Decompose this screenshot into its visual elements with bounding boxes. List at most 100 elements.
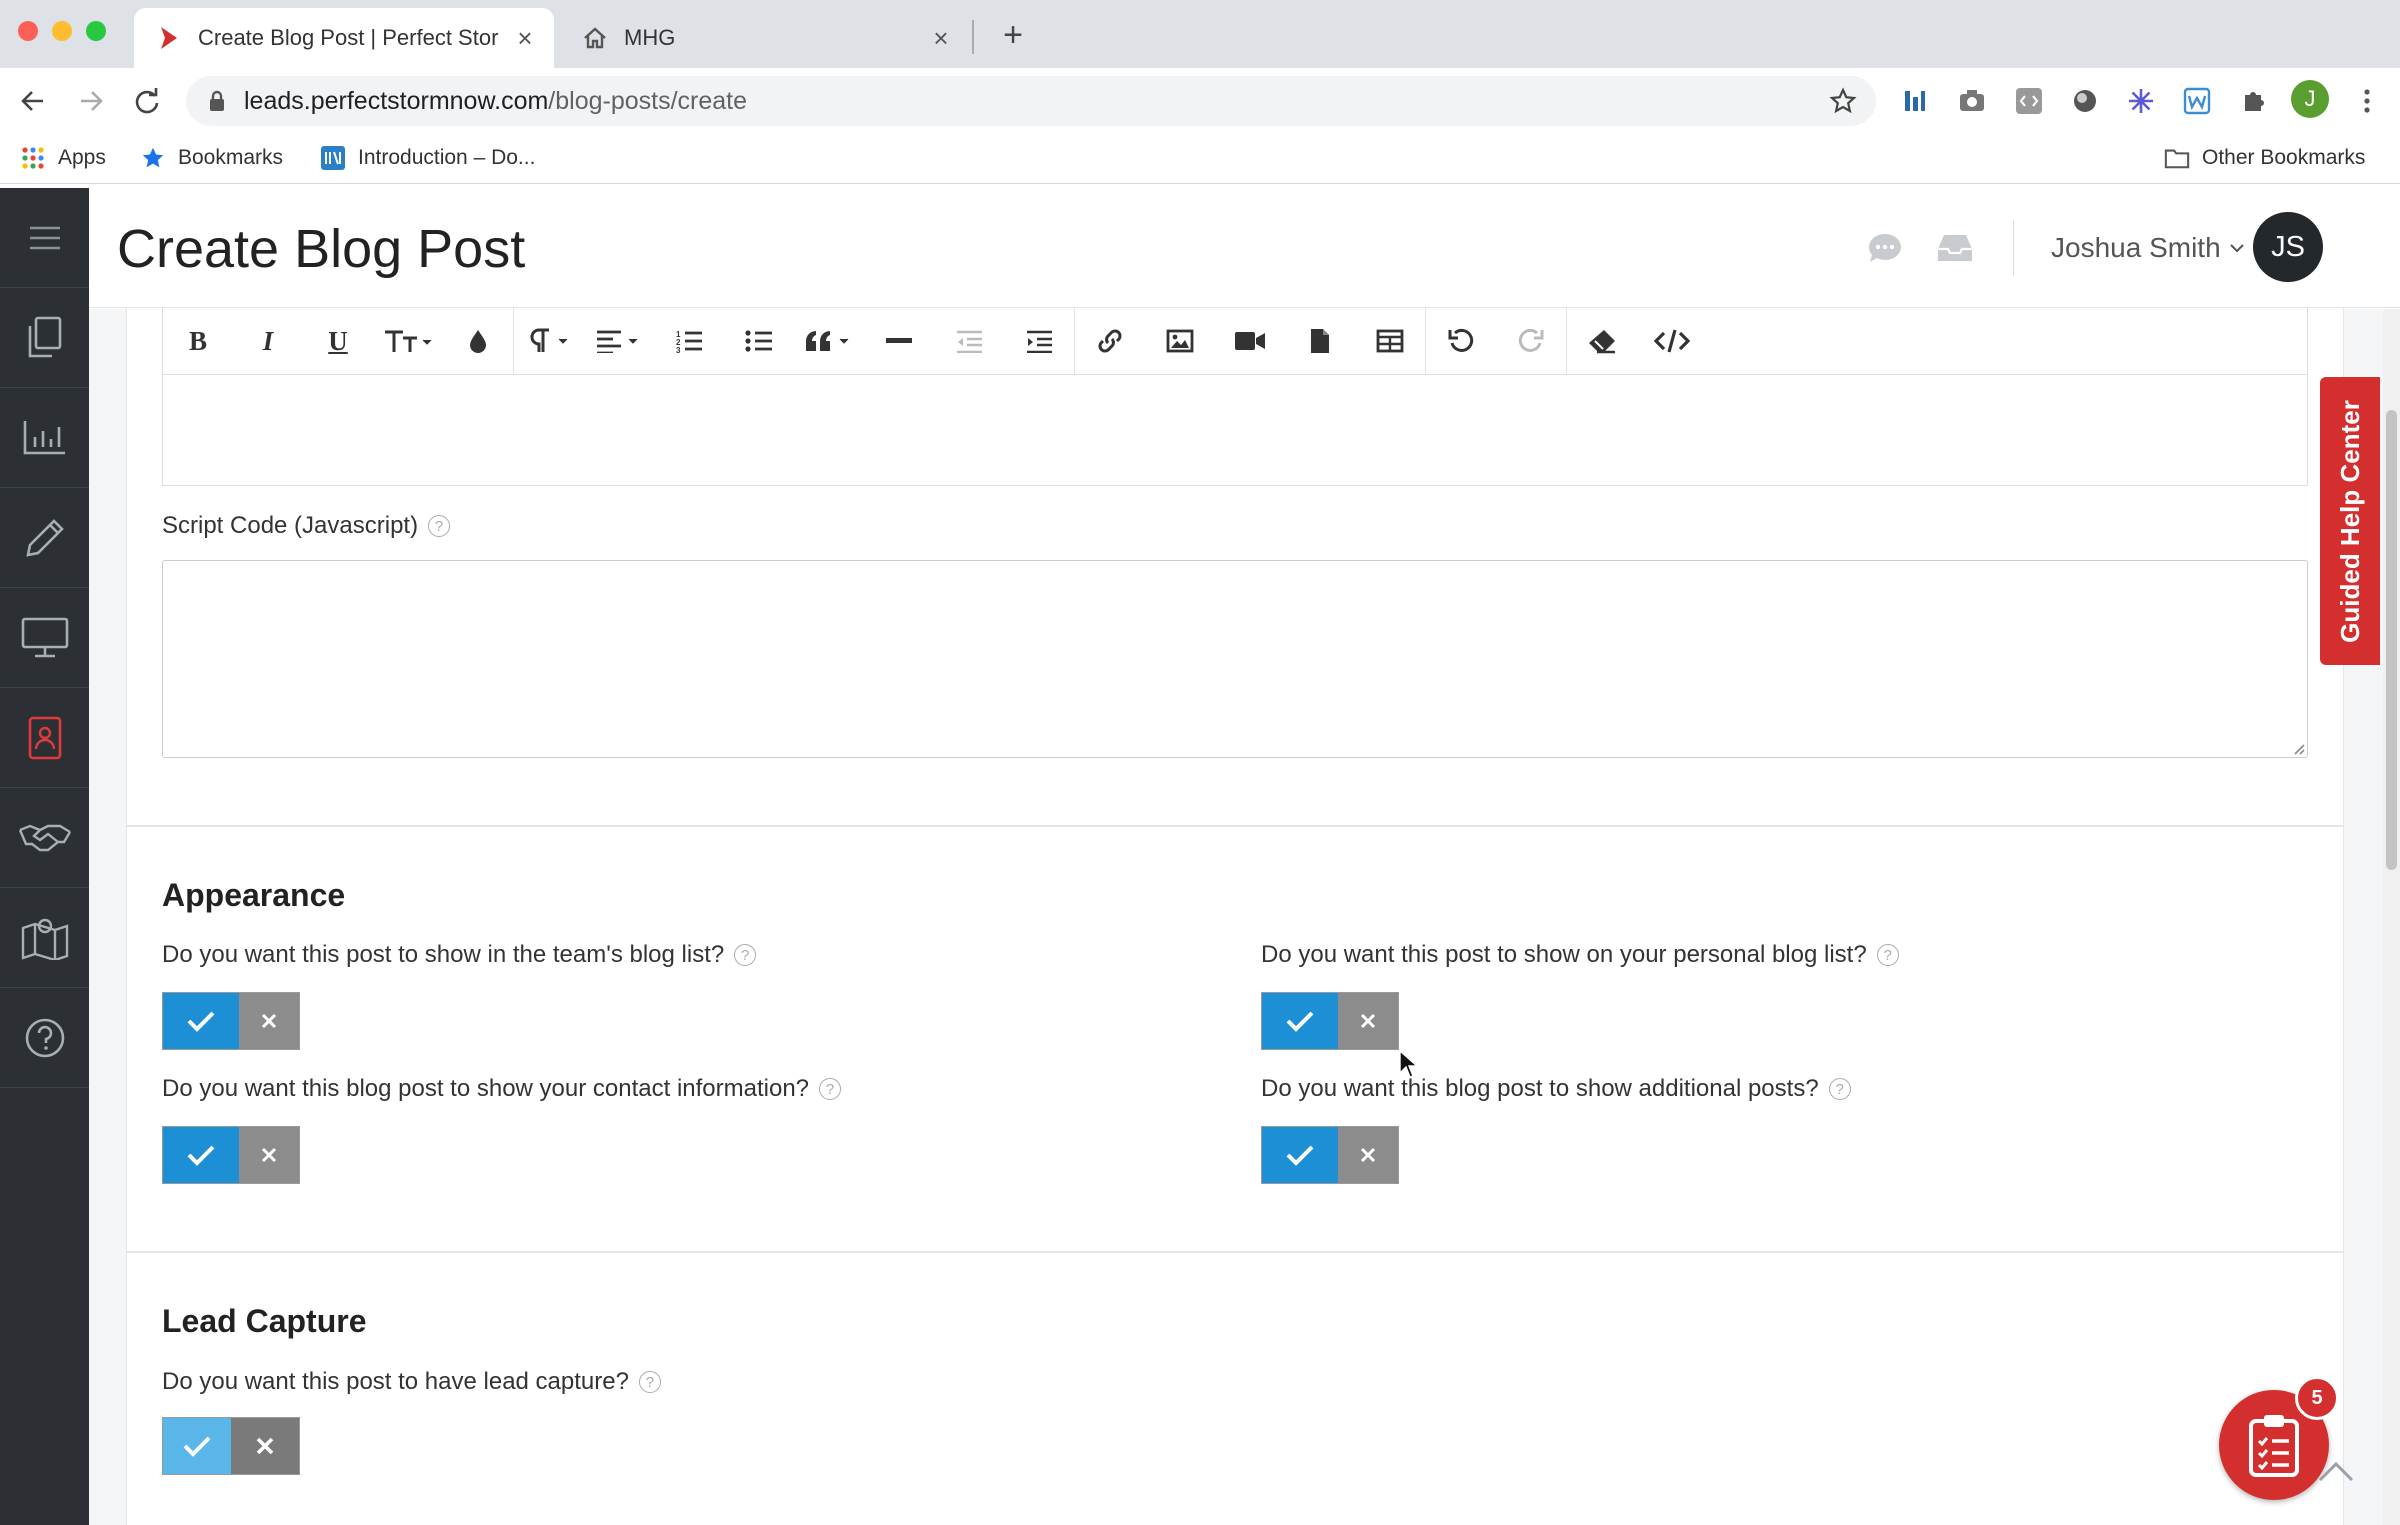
personal-blog-list-toggle[interactable] bbox=[1261, 992, 1399, 1050]
sidebar-item-map[interactable] bbox=[0, 888, 89, 988]
clear-format-button[interactable] bbox=[1567, 308, 1637, 374]
window-close-button[interactable] bbox=[18, 21, 38, 41]
map-icon bbox=[21, 918, 68, 960]
rich-text-editor-area[interactable] bbox=[162, 374, 2308, 486]
indent-icon bbox=[1027, 330, 1052, 353]
code-view-button[interactable] bbox=[1637, 308, 1707, 374]
additional-posts-toggle[interactable] bbox=[1261, 1126, 1399, 1184]
ordered-list-button[interactable]: 123 bbox=[654, 308, 724, 374]
bookmark-other-bookmarks[interactable]: Other Bookmarks bbox=[2164, 142, 2365, 174]
page-title: Create Blog Post bbox=[117, 219, 526, 279]
team-blog-list-question: Do you want this post to show in the tea… bbox=[162, 941, 757, 969]
contact-info-question: Do you want this blog post to show your … bbox=[162, 1075, 842, 1103]
extension-bars-icon[interactable] bbox=[1898, 84, 1932, 118]
toggle-yes-check-icon[interactable] bbox=[163, 1127, 239, 1183]
browser-menu-kebab-icon[interactable] bbox=[2350, 84, 2384, 118]
sidebar-item-help[interactable] bbox=[0, 988, 89, 1088]
forward-arrow-icon[interactable] bbox=[72, 82, 110, 120]
insert-file-button[interactable] bbox=[1285, 308, 1355, 374]
toggle-no-x-icon[interactable] bbox=[231, 1418, 299, 1474]
hamburger-menu-icon bbox=[29, 226, 60, 249]
help-question-icon[interactable]: ? bbox=[638, 1371, 661, 1393]
team-blog-list-toggle[interactable] bbox=[162, 992, 300, 1050]
text-color-button[interactable] bbox=[443, 308, 513, 374]
browser-tab-create-blog-post[interactable]: Create Blog Post | Perfect Stor × bbox=[134, 8, 554, 68]
guided-help-center-tab[interactable]: Guided Help Center bbox=[2320, 377, 2380, 665]
lead-capture-toggle[interactable] bbox=[162, 1417, 300, 1475]
align-button[interactable] bbox=[584, 308, 654, 374]
sidebar-item-websites[interactable] bbox=[0, 588, 89, 688]
font-size-button[interactable] bbox=[373, 308, 443, 374]
italic-button[interactable]: I bbox=[233, 308, 303, 374]
resize-grip-icon[interactable] bbox=[2291, 741, 2305, 755]
user-menu[interactable]: Joshua Smith bbox=[2051, 232, 2245, 264]
sidebar-menu-toggle[interactable] bbox=[0, 188, 89, 288]
underline-button[interactable]: U bbox=[303, 308, 373, 374]
contact-info-toggle[interactable] bbox=[162, 1126, 300, 1184]
toggle-yes-check-icon[interactable] bbox=[163, 1418, 231, 1474]
insert-link-button[interactable] bbox=[1075, 308, 1145, 374]
lock-icon bbox=[208, 90, 228, 111]
undo-icon bbox=[1448, 328, 1474, 352]
new-tab-plus-icon[interactable]: + bbox=[994, 16, 1032, 54]
toggle-no-x-icon[interactable] bbox=[1338, 993, 1398, 1049]
help-question-icon[interactable]: ? bbox=[734, 944, 757, 966]
window-zoom-button[interactable] bbox=[86, 21, 106, 41]
paragraph-style-button[interactable] bbox=[514, 308, 584, 374]
question-text: Do you want this post to have lead captu… bbox=[162, 1368, 629, 1395]
indent-button[interactable] bbox=[1004, 308, 1074, 374]
extension-code-icon[interactable] bbox=[2012, 84, 2046, 118]
outdent-icon bbox=[957, 330, 982, 353]
chat-bubble-icon[interactable] bbox=[1865, 230, 1905, 266]
sidebar-item-pages[interactable] bbox=[0, 288, 89, 388]
extension-w-icon[interactable] bbox=[2180, 84, 2214, 118]
extension-circle-icon[interactable] bbox=[2068, 84, 2102, 118]
app-header: Create Blog Post Joshua Smith JS bbox=[89, 188, 2400, 308]
sidebar-item-reports[interactable] bbox=[0, 388, 89, 488]
toggle-yes-check-icon[interactable] bbox=[1262, 1127, 1338, 1183]
scroll-to-top-chevron-icon[interactable] bbox=[2316, 1454, 2356, 1484]
page-scrollbar-thumb[interactable] bbox=[2386, 410, 2397, 870]
toggle-yes-check-icon[interactable] bbox=[1262, 993, 1338, 1049]
bookmark-introduction[interactable]: Introduction – Do... bbox=[320, 142, 535, 174]
window-minimize-button[interactable] bbox=[52, 21, 72, 41]
redo-button[interactable] bbox=[1496, 308, 1566, 374]
toggle-no-x-icon[interactable] bbox=[239, 1127, 299, 1183]
help-question-icon[interactable]: ? bbox=[819, 1078, 842, 1100]
blockquote-button[interactable] bbox=[794, 308, 864, 374]
reload-icon[interactable] bbox=[128, 82, 166, 120]
extension-camera-icon[interactable] bbox=[1955, 84, 1989, 118]
extension-snowflake-icon[interactable] bbox=[2124, 84, 2158, 118]
address-bar[interactable]: leads.perfectstormnow.com/blog-posts/cre… bbox=[186, 76, 1876, 126]
bold-button[interactable]: B bbox=[163, 308, 233, 374]
sidebar-item-deals[interactable] bbox=[0, 788, 89, 888]
profile-avatar[interactable]: J bbox=[2291, 80, 2329, 118]
undo-button[interactable] bbox=[1426, 308, 1496, 374]
insert-video-button[interactable] bbox=[1215, 308, 1285, 374]
tab-close-icon[interactable]: × bbox=[926, 23, 956, 53]
bookmark-apps[interactable]: Apps bbox=[20, 142, 106, 174]
browser-tab-mhg[interactable]: MHG × bbox=[560, 8, 970, 68]
tab-close-icon[interactable]: × bbox=[510, 23, 540, 53]
outdent-button[interactable] bbox=[934, 308, 1004, 374]
toggle-no-x-icon[interactable] bbox=[239, 993, 299, 1049]
help-question-icon[interactable]: ? bbox=[1828, 1078, 1851, 1100]
toggle-no-x-icon[interactable] bbox=[1338, 1127, 1398, 1183]
bookmarks-bar: Apps Bookmarks Introduction – Do... Othe… bbox=[0, 132, 2400, 184]
extensions-puzzle-icon[interactable] bbox=[2236, 84, 2270, 118]
help-question-icon[interactable]: ? bbox=[1876, 944, 1899, 966]
inbox-tray-icon[interactable] bbox=[1935, 230, 1975, 266]
toggle-yes-check-icon[interactable] bbox=[163, 993, 239, 1049]
bookmark-star-icon[interactable] bbox=[1828, 86, 1858, 116]
sidebar-item-contacts[interactable] bbox=[0, 688, 89, 788]
bookmark-bookmarks[interactable]: Bookmarks bbox=[140, 142, 283, 174]
unordered-list-button[interactable] bbox=[724, 308, 794, 374]
help-question-icon[interactable]: ? bbox=[428, 515, 451, 537]
back-arrow-icon[interactable] bbox=[14, 82, 52, 120]
user-avatar[interactable]: JS bbox=[2253, 212, 2323, 282]
script-code-textarea[interactable] bbox=[162, 560, 2308, 758]
insert-table-button[interactable] bbox=[1355, 308, 1425, 374]
sidebar-item-editor[interactable] bbox=[0, 488, 89, 588]
insert-image-button[interactable] bbox=[1145, 308, 1215, 374]
horizontal-rule-button[interactable] bbox=[864, 308, 934, 374]
